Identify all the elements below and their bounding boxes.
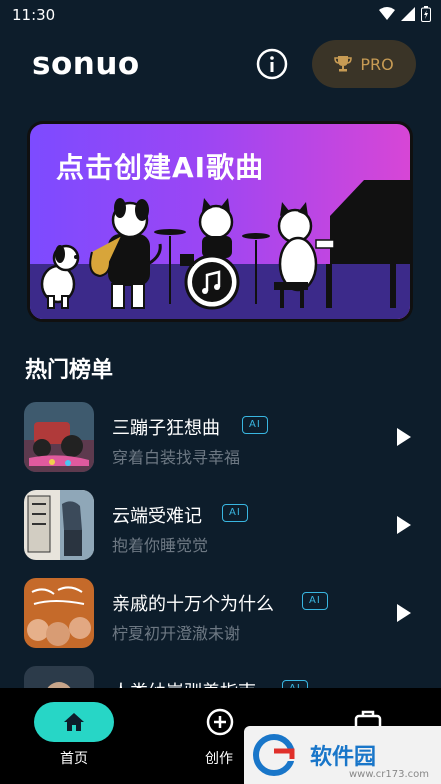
sax-dog-figure [89,198,162,309]
nav-create-label[interactable]: 创作 [205,748,233,768]
add-circle-icon[interactable] [206,708,234,736]
watermark: 软件园 www.cr173.com [244,726,441,784]
info-icon[interactable] [256,48,288,80]
play-icon[interactable] [396,603,412,623]
banner-title: 点击创建AI歌曲 [56,151,265,184]
wifi-icon [379,7,395,20]
ai-badge: AI [222,504,248,522]
nav-home-label[interactable]: 首页 [60,748,88,768]
watermark-url: www.cr173.com [348,769,429,780]
piano-figure [315,180,410,308]
pro-label: PRO [360,54,394,74]
ai-badge: AI [302,592,328,610]
nav-home-button[interactable] [34,702,114,742]
song-title: 亲戚的十万个为什么 [112,594,274,615]
song-title: 三蹦子狂想曲 [112,418,220,439]
song-subtitle: 抱着你睡觉觉 [112,536,209,555]
app-title: sonuo [32,46,140,82]
song-item[interactable]: 三蹦子狂想曲 AI 穿着白装找寻幸福 [0,402,441,478]
home-icon [64,713,84,731]
song-cover [24,490,94,560]
signal-icon [401,7,415,21]
drummer-cat-figure [154,198,270,310]
watermark-logo-icon [253,734,304,776]
section-title: 热门榜单 [25,358,114,383]
song-item[interactable]: 云端受难记 AI 抱着你睡觉觉 [0,490,441,566]
song-item[interactable]: 亲戚的十万个为什么 AI 柠夏初开澄澈未谢 [0,578,441,654]
play-icon[interactable] [396,515,412,535]
pro-button[interactable]: PRO [312,40,416,88]
status-icons [379,6,431,22]
play-icon[interactable] [396,427,412,447]
pianist-cat-figure [274,202,318,308]
small-dog-figure [40,244,80,309]
ai-badge: AI [242,416,268,434]
song-subtitle: 柠夏初开澄澈未谢 [112,624,241,643]
status-time: 11:30 [12,6,56,24]
watermark-brand: 软件园 [310,745,377,770]
song-title: 云端受难记 [112,506,202,527]
status-bar: 11:30 [0,0,441,30]
song-cover [24,402,94,472]
song-cover [24,578,94,648]
battery-icon [421,6,431,22]
trophy-icon [334,56,353,72]
song-subtitle: 穿着白装找寻幸福 [112,448,241,467]
create-song-banner[interactable]: 点击创建AI歌曲 [27,121,413,322]
